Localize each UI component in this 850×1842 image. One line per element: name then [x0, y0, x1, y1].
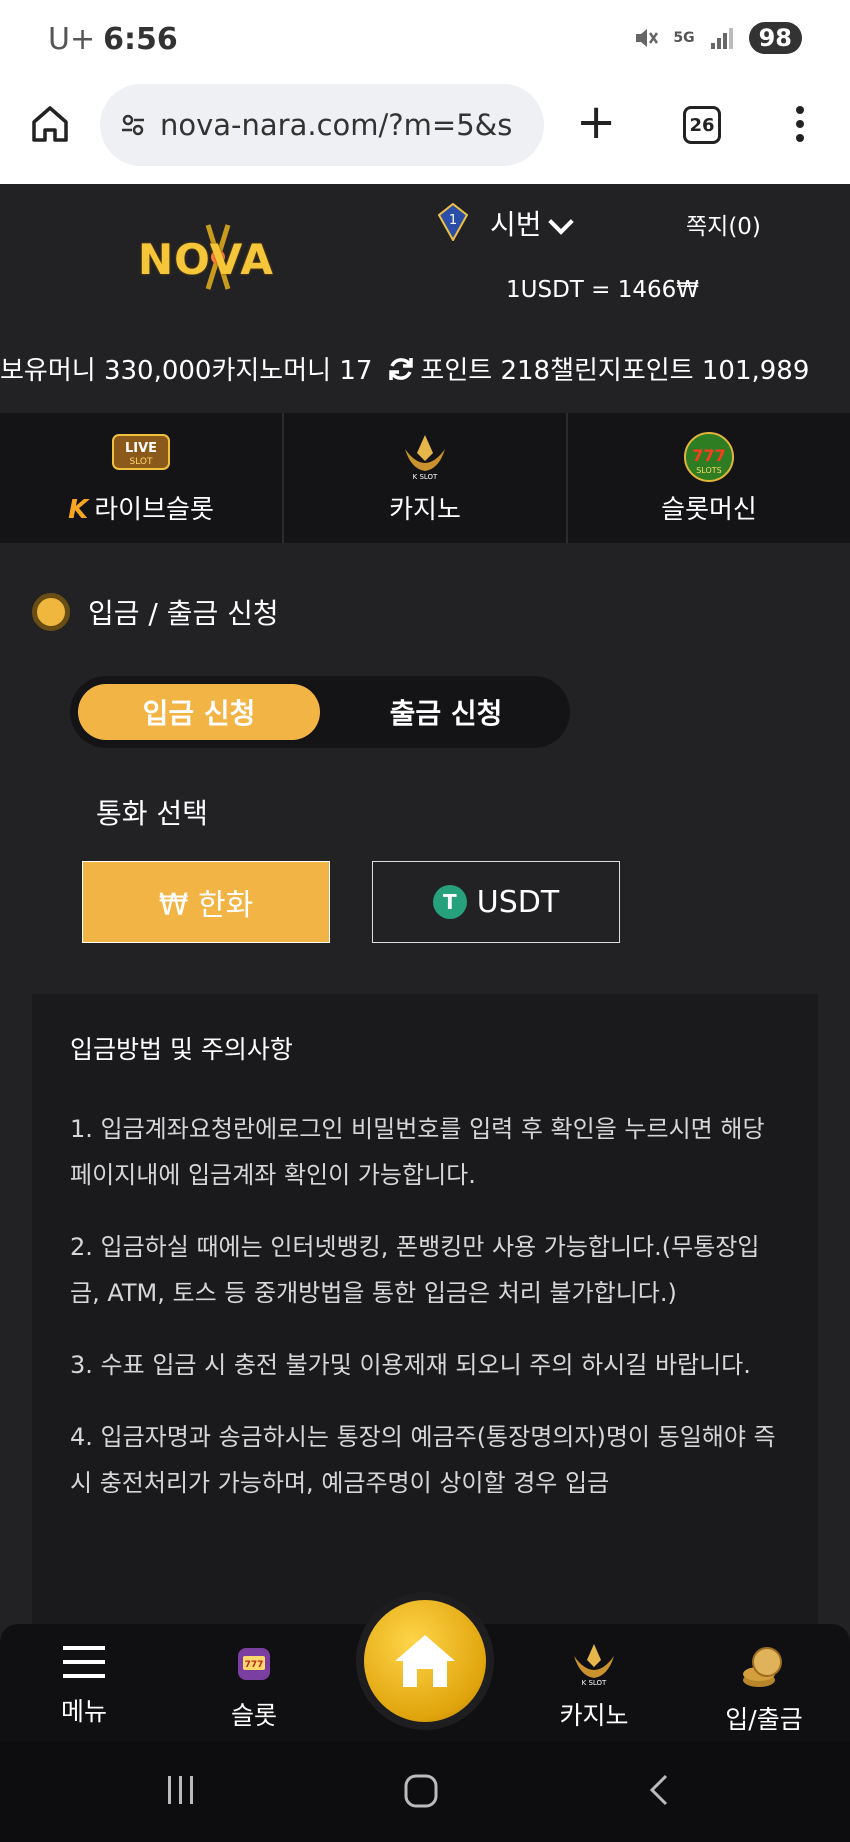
svg-text:K SLOT: K SLOT — [413, 473, 438, 481]
currency-usdt-button[interactable]: T USDT — [372, 861, 620, 943]
games-nav: LIVE SLOT K 라이브슬롯 K SLOT 카지노 777 SLOTS 슬롯머신 — [0, 413, 850, 543]
exchange-rate: 1USDT = 1466₩ — [506, 277, 699, 303]
messages-link[interactable]: 쪽지(0) — [686, 207, 761, 241]
live-slot-icon: LIVESLOT — [112, 434, 170, 470]
rank-badge-icon: 1 — [438, 203, 468, 241]
tab-deposit[interactable]: 입금 신청 — [78, 684, 320, 740]
slot-machine-icon: 777 — [238, 1648, 270, 1680]
svg-text:777: 777 — [245, 1660, 264, 1670]
notice-item: 4. 입금자명과 송금하시는 통장의 예금주(통장명의자)명이 동일해야 즉시 … — [70, 1423, 776, 1497]
system-home-icon[interactable] — [402, 1772, 440, 1810]
svg-text:777: 777 — [692, 446, 725, 465]
new-tab-button[interactable]: + — [576, 98, 616, 146]
money-balance: 보유머니 330,000 — [0, 356, 212, 386]
k-brand-icon: K — [68, 495, 89, 525]
browser-toolbar: nova-nara.com/?m=5&s + 26 — [0, 80, 850, 265]
carrier-label: U+ — [48, 22, 96, 57]
currency-krw-button[interactable]: ₩ 한화 — [82, 861, 330, 943]
svg-text:SLOTS: SLOTS — [696, 466, 722, 475]
tab-withdraw[interactable]: 출금 신청 — [330, 684, 562, 740]
nav-casino-label: 카지노 — [559, 1701, 629, 1730]
mute-icon — [636, 29, 659, 47]
notice-item: 3. 수표 입금 시 충전 불가및 이용제재 되오니 주의 하시길 바랍니다. — [70, 1351, 751, 1379]
battery-indicator: 98 — [748, 22, 802, 54]
hamburger-icon — [63, 1646, 105, 1678]
recent-apps-icon[interactable] — [164, 1772, 198, 1808]
live-slot-label: 라이브슬롯 — [94, 495, 214, 525]
status-bar: U+ 6:56 5G 98 — [0, 0, 850, 80]
chevron-down-icon[interactable] — [548, 209, 574, 235]
deposit-notice-panel: 입금방법 및 주의사항 1. 입금계좌요청란에로그인 비밀번호를 입력 후 확인… — [32, 994, 818, 1634]
777-slots-icon: 777SLOTS — [684, 432, 734, 482]
more-menu-icon[interactable] — [796, 106, 806, 146]
tab-count: 26 — [689, 114, 715, 136]
points-balance: 포인트 218 — [420, 356, 551, 386]
balance-bar: 보유머니 330,000 카지노머니 17 포인트 218 챌린지포인트 101… — [0, 350, 850, 387]
nav-menu-label: 메뉴 — [60, 1697, 107, 1726]
battery-level: 98 — [758, 24, 792, 52]
status-icons: 5G 98 — [633, 22, 802, 54]
section-title-text: 입금 / 출금 신청 — [88, 597, 279, 630]
nav-deposit-label: 입/출금 — [725, 1705, 803, 1734]
nav-casino[interactable]: K SLOT 카지노 — [534, 1642, 654, 1732]
notice-item: 1. 입금계좌요청란에로그인 비밀번호를 입력 후 확인을 누르시면 해당 페이… — [70, 1115, 765, 1189]
svg-text:LIVE: LIVE — [125, 441, 157, 456]
deposit-withdraw-toggle: 입금 신청 출금 신청 — [70, 676, 570, 748]
casino-label: 카지노 — [389, 495, 461, 525]
address-bar[interactable]: nova-nara.com/?m=5&s — [100, 84, 544, 166]
svg-text:K SLOT: K SLOT — [582, 1679, 607, 1686]
system-nav-bar — [0, 1742, 850, 1842]
network-icon: 5G — [673, 30, 695, 46]
url-text: nova-nara.com/?m=5&s — [160, 108, 513, 142]
section-title: 입금 / 출금 신청 — [32, 592, 279, 632]
refresh-icon[interactable] — [386, 354, 416, 384]
home-button[interactable] — [356, 1592, 494, 1730]
nav-slot-label: 슬롯 — [230, 1701, 277, 1730]
status-time: U+ 6:56 — [48, 22, 178, 57]
site-header: NOVA 1 시번 쪽지(0) 1USDT = 1466₩ 보유머니 330,0… — [0, 185, 850, 413]
k-slot-icon: K SLOT — [405, 435, 445, 481]
casino-money-balance: 카지노머니 17 — [211, 356, 373, 386]
casino-icon: K SLOT — [574, 1644, 614, 1687]
currency-label: 통화 선택 — [96, 797, 208, 830]
svg-text:1: 1 — [449, 213, 457, 228]
tether-icon: T — [432, 885, 467, 919]
tab-switcher-button[interactable]: 26 — [683, 106, 721, 144]
back-icon[interactable] — [644, 1772, 674, 1808]
signal-icon — [710, 28, 733, 49]
title-bullet-icon — [32, 593, 70, 631]
notice-item: 2. 입금하실 때에는 인터넷뱅킹, 폰뱅킹만 사용 가능합니다.(무통장입금,… — [70, 1233, 760, 1307]
nav-menu[interactable]: 메뉴 — [24, 1642, 144, 1728]
user-rank-name[interactable]: 시번 — [490, 203, 542, 243]
tab-slot-machine[interactable]: 777 SLOTS 슬롯머신 — [568, 413, 850, 543]
notice-title: 입금방법 및 주의사항 — [70, 1035, 293, 1064]
nova-logo[interactable]: NOVA — [138, 221, 298, 293]
nav-slot[interactable]: 777 슬롯 — [194, 1642, 314, 1732]
slot-machine-label: 슬롯머신 — [661, 495, 757, 525]
home-icon[interactable] — [28, 102, 72, 146]
time-label: 6:56 — [103, 22, 178, 57]
usdt-label: USDT — [476, 884, 560, 920]
tab-label: K 라이브슬롯 — [0, 489, 282, 526]
nav-deposit[interactable]: 입/출금 — [704, 1642, 824, 1736]
tab-live-slot[interactable]: LIVE SLOT K 라이브슬롯 — [0, 413, 284, 543]
coins-icon — [743, 1647, 782, 1687]
home-icon — [395, 1635, 455, 1687]
site-settings-icon[interactable] — [120, 112, 146, 138]
logo-text: NOVA — [138, 235, 274, 284]
krw-label: ₩ 한화 — [158, 888, 254, 923]
home-button-face — [364, 1600, 486, 1722]
challenge-points-balance: 챌린지포인트 101,989 — [550, 356, 810, 386]
tab-casino[interactable]: K SLOT 카지노 — [284, 413, 568, 543]
svg-text:SLOT: SLOT — [130, 457, 153, 467]
